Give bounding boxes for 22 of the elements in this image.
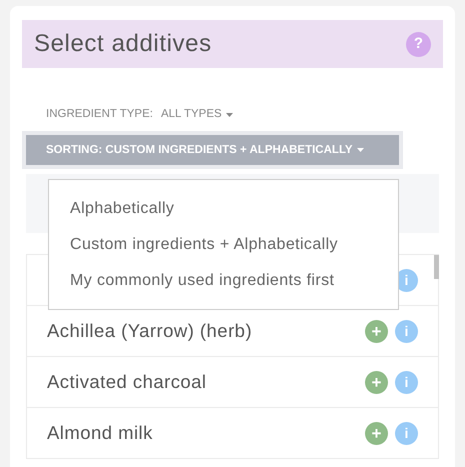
sorting-dropdown[interactable]: SORTING: CUSTOM INGREDIENTS + ALPHABETICALLY xyxy=(26,135,399,166)
add-button[interactable]: + xyxy=(365,320,388,343)
help-icon[interactable]: ? xyxy=(406,32,431,56)
menu-item[interactable]: Alphabetically xyxy=(70,196,377,220)
menu-item[interactable]: My commonly used ingredients first xyxy=(70,268,377,292)
filter-label: INGREDIENT TYPE: xyxy=(46,107,153,122)
ingredient-row[interactable]: Almond milk + i xyxy=(26,408,439,460)
menu-item[interactable]: Custom ingredients + Alphabetically xyxy=(70,232,377,256)
type-dropdown[interactable]: ALL TYPES xyxy=(160,106,233,124)
dialog-title: Select additives xyxy=(34,29,212,59)
caret-icon xyxy=(356,148,364,152)
info-button[interactable]: i xyxy=(395,422,418,445)
add-button[interactable]: + xyxy=(365,370,388,394)
ingredient-name: Almond milk xyxy=(47,421,153,446)
ingredient-name: Achillea (Yarrow) (herb) xyxy=(47,319,252,344)
info-button[interactable]: i xyxy=(395,320,418,343)
scrollbar-thumb[interactable] xyxy=(434,255,439,280)
ingredient-name: Activated charcoal xyxy=(47,370,206,394)
caret-icon xyxy=(226,112,233,117)
ingredient-row[interactable]: Activated charcoal + i xyxy=(26,357,439,408)
add-button[interactable]: + xyxy=(365,422,388,445)
info-button[interactable]: i xyxy=(395,370,418,394)
